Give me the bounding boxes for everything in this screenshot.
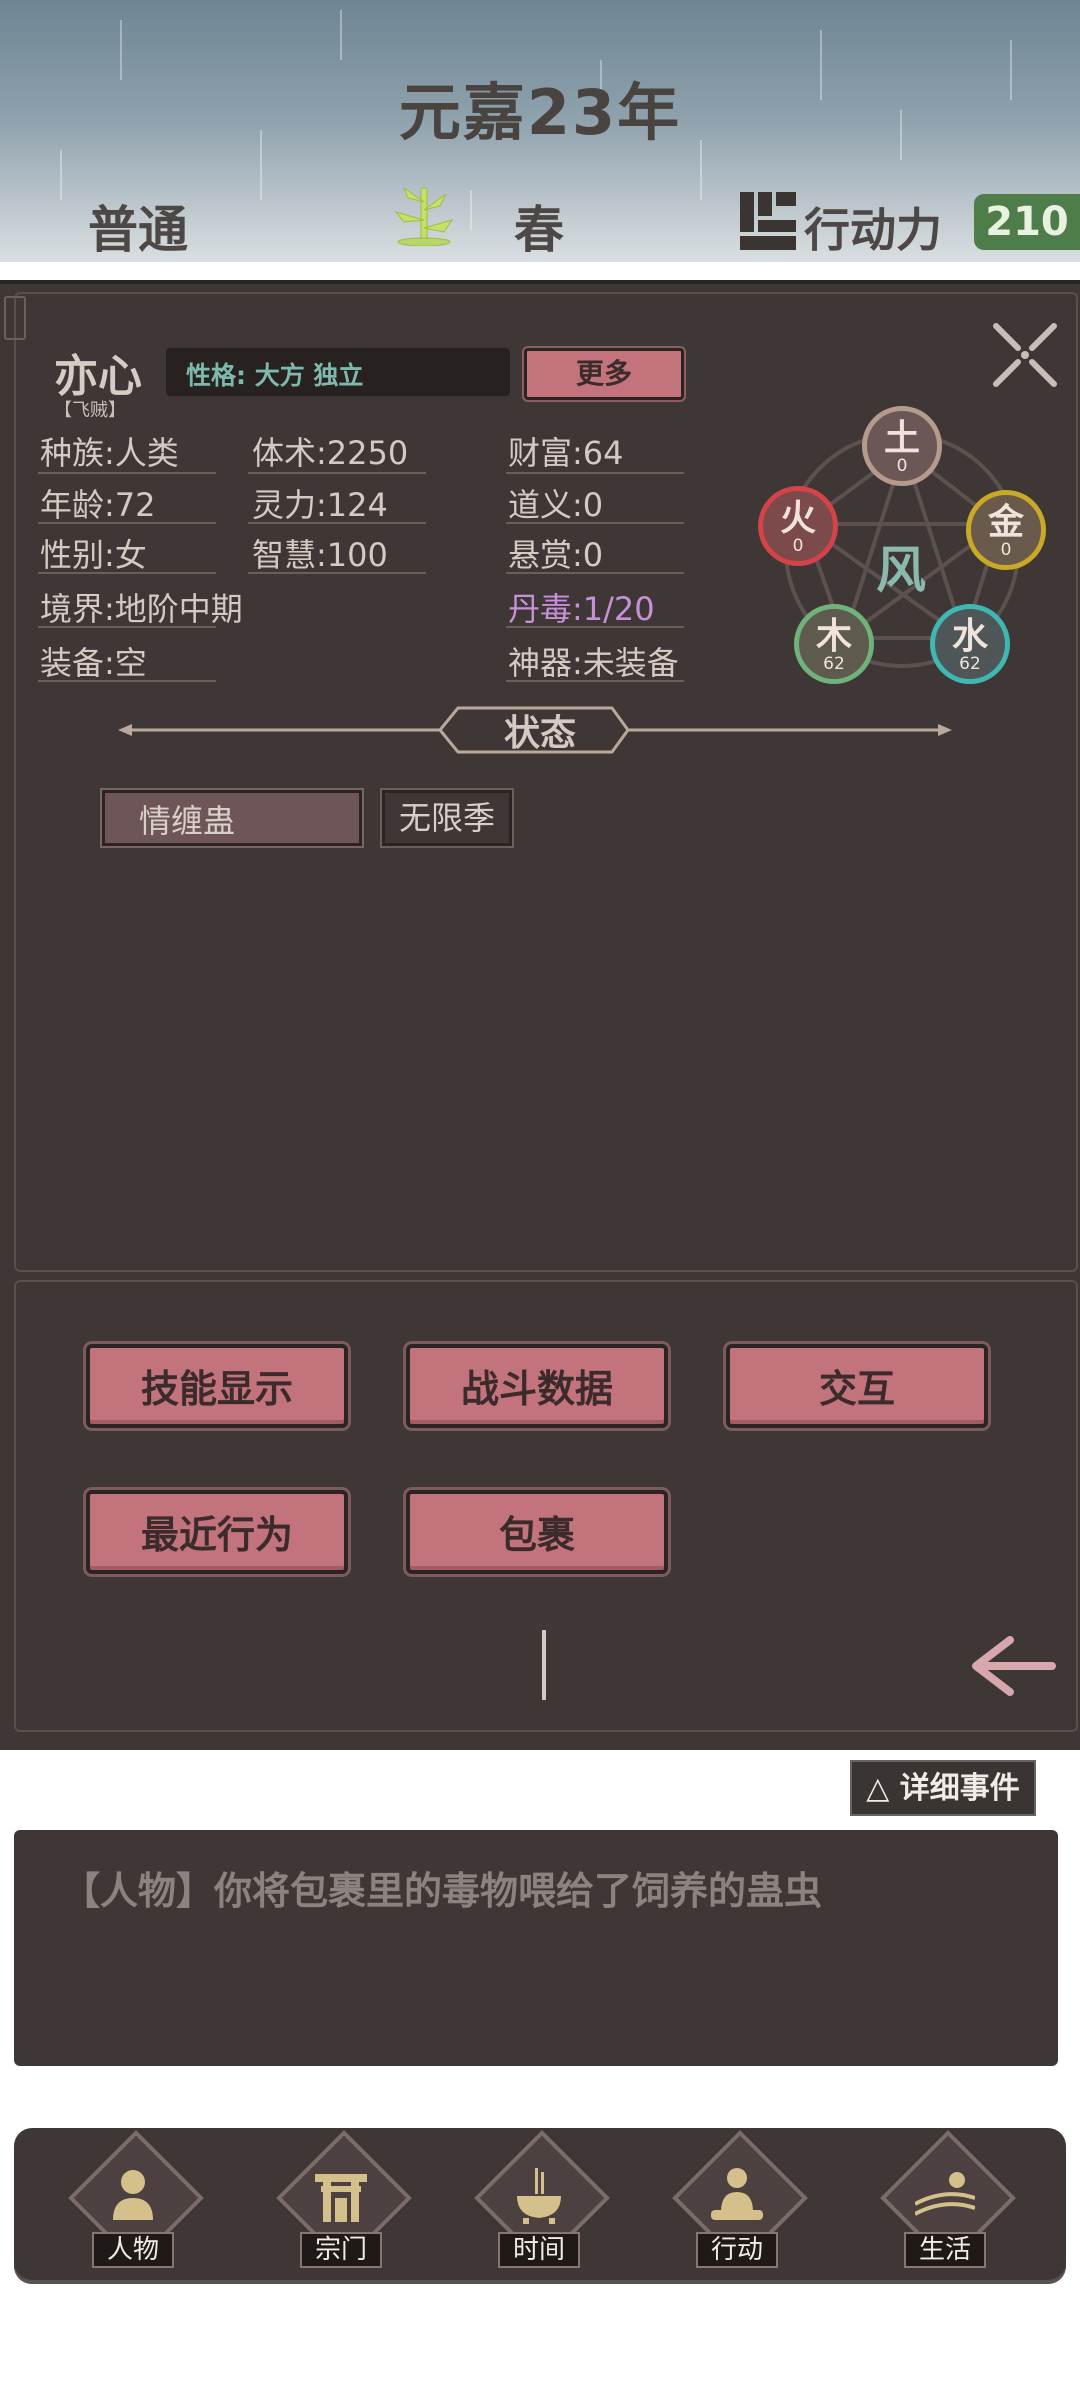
interact-button[interactable]: 交互 xyxy=(726,1344,988,1428)
detail-events-button[interactable]: △ 详细事件 xyxy=(850,1760,1036,1816)
stat-pill-poison[interactable]: 丹毒:1/20 xyxy=(508,584,655,630)
nav-sect[interactable]: 宗门 xyxy=(266,2130,416,2276)
nav-life-label: 生活 xyxy=(904,2232,986,2268)
stat-underline xyxy=(38,522,216,524)
stat-underline xyxy=(506,522,684,524)
stat-underline xyxy=(248,522,426,524)
stat-bounty: 悬赏:0 xyxy=(508,536,604,574)
text-cursor xyxy=(542,1630,546,1700)
stat-underline xyxy=(38,572,216,574)
difficulty-label: 普通 xyxy=(88,201,188,259)
year-title: 元嘉23年 xyxy=(398,76,682,149)
element-metal: 金 0 xyxy=(966,490,1046,570)
personality-text: 性格: 大方 独立 xyxy=(186,361,364,390)
gate-icon xyxy=(315,2174,367,2222)
stat-equipment: 装备:空 xyxy=(40,644,147,682)
stat-wisdom: 智慧:100 xyxy=(252,536,388,574)
stat-underline xyxy=(506,572,684,574)
nav-time[interactable]: 时间 xyxy=(464,2130,614,2276)
meditating-figure-icon xyxy=(711,2168,763,2220)
person-icon xyxy=(113,2170,153,2220)
event-log-text: 【人物】你将包裹里的毒物喂给了饲养的蛊虫 xyxy=(62,1869,823,1913)
action-points-icon xyxy=(740,192,796,250)
stat-race: 种族:人类 xyxy=(40,434,179,472)
element-water: 水 62 xyxy=(930,604,1010,684)
nav-time-label: 时间 xyxy=(498,2232,580,2268)
recent-actions-button[interactable]: 最近行为 xyxy=(86,1490,348,1574)
stat-underline xyxy=(248,472,426,474)
element-fire: 火 0 xyxy=(758,486,838,566)
close-icon[interactable] xyxy=(990,320,1060,390)
stat-underline xyxy=(506,626,684,628)
skills-button[interactable]: 技能显示 xyxy=(86,1344,348,1428)
stat-underline xyxy=(38,626,216,628)
element-wood: 木 62 xyxy=(794,604,874,684)
status-tag-endless-season[interactable]: 无限季 xyxy=(382,790,512,846)
stat-underline xyxy=(38,472,216,474)
back-arrow-icon[interactable] xyxy=(970,1636,1056,1696)
nav-action[interactable]: 行动 xyxy=(662,2130,812,2276)
nav-character[interactable]: 人物 xyxy=(58,2130,208,2276)
status-title: 状态 xyxy=(503,713,576,754)
status-tag-love-gu[interactable]: 情缠蛊 xyxy=(102,790,362,846)
stat-age: 年龄:72 xyxy=(40,486,156,524)
element-earth: 土 0 xyxy=(862,406,942,486)
nav-life[interactable]: 生活 xyxy=(870,2130,1020,2276)
stat-gender: 性别:女 xyxy=(40,536,147,574)
element-center-wind: 风 xyxy=(876,541,926,599)
spring-bamboo-icon xyxy=(394,186,454,246)
stat-morality: 道义:0 xyxy=(508,486,604,524)
character-title: 【飞贼】 xyxy=(54,400,126,421)
more-button[interactable]: 更多 xyxy=(524,348,684,400)
stat-artifact: 神器:未装备 xyxy=(508,644,679,682)
field-sunrise-icon xyxy=(915,2172,975,2216)
stat-realm: 境界:地阶中期 xyxy=(40,590,243,628)
bag-button[interactable]: 包裹 xyxy=(406,1490,668,1574)
stat-underline xyxy=(38,680,216,682)
nav-character-label: 人物 xyxy=(92,2232,174,2268)
stat-wealth: 财富:64 xyxy=(508,434,624,472)
stat-physique: 体术:2250 xyxy=(252,434,409,472)
frame-corner-ornament xyxy=(4,296,26,340)
stat-underline xyxy=(506,680,684,682)
nav-sect-label: 宗门 xyxy=(300,2232,382,2268)
action-points-label: 行动力 xyxy=(804,203,942,257)
character-name: 亦心 xyxy=(54,351,142,402)
incense-burner-icon xyxy=(517,2168,561,2224)
action-points-value: 210 xyxy=(974,194,1080,250)
battle-data-button[interactable]: 战斗数据 xyxy=(406,1344,668,1428)
stat-underline xyxy=(506,472,684,474)
nav-action-label: 行动 xyxy=(696,2232,778,2268)
stat-spirit: 灵力:124 xyxy=(252,486,388,524)
season-label: 春 xyxy=(514,201,564,259)
stat-underline xyxy=(248,572,426,574)
